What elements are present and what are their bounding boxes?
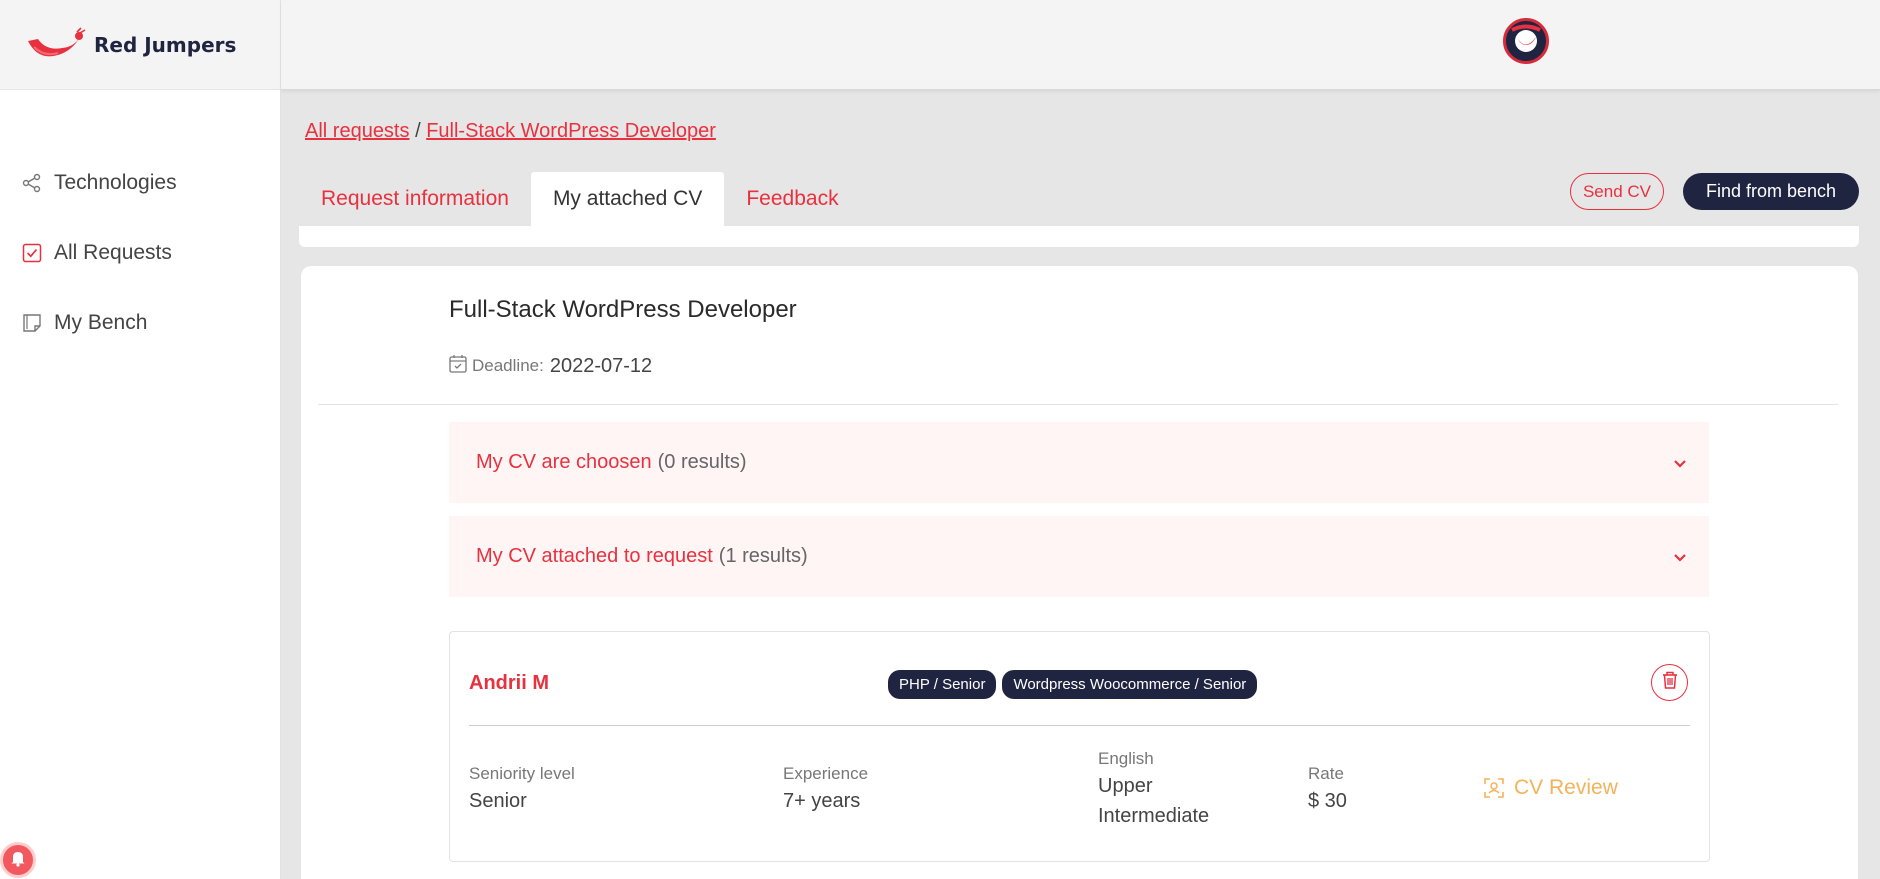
- english-value-line: Upper: [1098, 775, 1153, 797]
- sidebar-item-technologies[interactable]: Technologies: [0, 148, 280, 218]
- logo[interactable]: Red Jumpers: [0, 0, 280, 90]
- note-icon: [22, 313, 42, 333]
- breadcrumb-all-requests[interactable]: All requests: [305, 120, 410, 142]
- sidebar-item-label: Technologies: [54, 171, 177, 194]
- breadcrumb-separator: /: [415, 120, 421, 142]
- red-jumpers-logo-icon: [28, 26, 86, 56]
- brand-name: Red Jumpers: [94, 32, 237, 57]
- accordion-count: (1 results): [718, 545, 808, 567]
- trash-icon: [1661, 670, 1679, 695]
- chevron-down-icon: [1673, 452, 1687, 475]
- delete-cv-button[interactable]: [1651, 664, 1688, 701]
- rate-value: $ 30: [1308, 790, 1347, 812]
- sidebar-item-label: All Requests: [54, 241, 172, 264]
- cv-review-button[interactable]: CV Review: [1484, 776, 1618, 800]
- find-from-bench-button[interactable]: Find from bench: [1683, 173, 1859, 210]
- skill-tag: Wordpress Woocommerce / Senior: [1002, 670, 1258, 699]
- english-stat: English Upper Intermediate: [1098, 749, 1209, 831]
- avatar[interactable]: [1503, 18, 1549, 64]
- checkbox-icon: [22, 243, 42, 263]
- send-cv-button[interactable]: Send CV: [1570, 173, 1664, 210]
- seniority-value: Senior: [469, 790, 527, 812]
- english-value-line: Intermediate: [1098, 805, 1210, 827]
- accordion-title: My CV attached to request: [476, 545, 713, 567]
- breadcrumb: All requests / Full-Stack WordPress Deve…: [305, 120, 716, 143]
- deadline-label: Deadline:: [472, 356, 544, 375]
- seniority-label: Seniority level: [469, 764, 575, 783]
- notification-bell-button[interactable]: [0, 842, 36, 878]
- accordion-chosen-cvs[interactable]: My CV are choosen (0 results): [449, 422, 1709, 503]
- accordion-attached-cvs[interactable]: My CV attached to request (1 results): [449, 516, 1709, 597]
- top-bar: [281, 0, 1880, 90]
- calendar-icon: [449, 354, 467, 378]
- seniority-stat: Seniority level Senior: [469, 764, 575, 816]
- english-value: Upper Intermediate: [1098, 771, 1209, 831]
- experience-label: Experience: [783, 764, 869, 783]
- breadcrumb-current-request[interactable]: Full-Stack WordPress Developer: [426, 120, 716, 142]
- request-title: Full-Stack WordPress Developer: [449, 296, 797, 323]
- deadline-value: 2022-07-12: [549, 354, 653, 377]
- tab-panel-strip: [299, 226, 1859, 247]
- tabs: Request information My attached CV Feedb…: [299, 172, 861, 226]
- rate-stat: Rate $ 30: [1308, 764, 1347, 816]
- divider: [318, 404, 1838, 405]
- chevron-down-icon: [1673, 546, 1687, 569]
- accordion-title: My CV are choosen: [476, 451, 652, 473]
- bell-icon: [9, 849, 27, 872]
- skill-tag: PHP / Senior: [888, 670, 997, 699]
- sidebar-item-label: My Bench: [54, 311, 148, 334]
- sidebar-nav: Technologies All Requests My Bench: [0, 90, 280, 358]
- rate-label: Rate: [1308, 764, 1344, 783]
- skill-tags: PHP / Senior Wordpress Woocommerce / Sen…: [888, 670, 1258, 699]
- divider: [469, 725, 1690, 726]
- deadline: Deadline: 2022-07-12: [449, 354, 652, 378]
- tab-request-information[interactable]: Request information: [299, 172, 531, 226]
- candidate-name[interactable]: Andrii M: [469, 672, 549, 695]
- tab-feedback[interactable]: Feedback: [724, 172, 860, 226]
- cv-card: Andrii M PHP / Senior Wordpress Woocomme…: [449, 631, 1710, 862]
- experience-stat: Experience 7+ years: [783, 764, 868, 816]
- cv-review-label: CV Review: [1514, 776, 1618, 799]
- sidebar-item-all-requests[interactable]: All Requests: [0, 218, 280, 288]
- share-icon: [22, 173, 42, 193]
- accordion-count: (0 results): [657, 451, 747, 473]
- main-content: All requests / Full-Stack WordPress Deve…: [281, 90, 1880, 879]
- sidebar-item-my-bench[interactable]: My Bench: [0, 288, 280, 358]
- tab-my-attached-cv[interactable]: My attached CV: [530, 172, 725, 226]
- experience-value: 7+ years: [783, 790, 861, 812]
- english-label: English: [1098, 749, 1154, 768]
- request-card: Full-Stack WordPress Developer Deadline:…: [301, 266, 1858, 879]
- user-scan-icon: [1484, 778, 1504, 798]
- sidebar: Red Jumpers Technologies All Requests My…: [0, 0, 281, 879]
